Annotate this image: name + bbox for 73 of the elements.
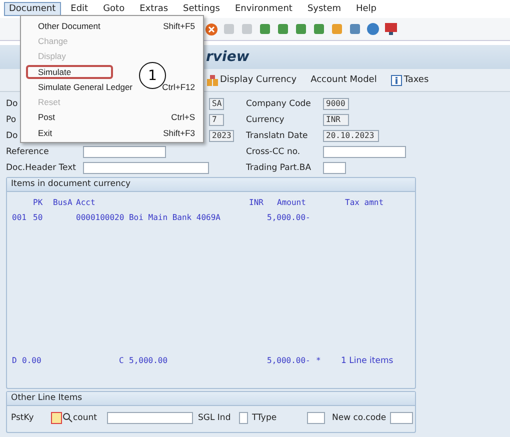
shortcut-text: Ctrl+S [171,112,195,122]
panel-title: Other Line Items [7,392,415,406]
field-label: TType [252,412,278,422]
table-cell-text: * [316,356,322,365]
panel-title: Items in document currency [7,178,415,192]
input-field[interactable] [323,146,406,158]
input-field[interactable]: 9000 [323,98,349,110]
input-field[interactable] [390,412,413,424]
menu-option[interactable]: Simulate [26,64,114,79]
search-icon[interactable] [62,412,73,423]
menu-item[interactable]: Document [4,2,61,16]
column-header: PK [33,198,44,207]
column-header: Tax amnt [345,198,385,207]
column-header: BusA [53,198,74,207]
table-cell-text: 001 [12,213,28,222]
field-label: Trading Part.BA [246,162,312,172]
info-icon [390,74,402,86]
shortcut-text: Shift+F3 [163,128,195,138]
input-field[interactable]: 7 [209,114,224,126]
menu-option[interactable]: Other Document [26,18,104,33]
input-field[interactable] [323,162,346,174]
field-label: PstKy [11,412,35,422]
input-field[interactable] [107,412,193,424]
field-label: Doc.Header Text [6,162,77,172]
menu-item[interactable]: System [302,2,346,16]
toolbar-button[interactable]: Taxes [390,74,429,86]
menu-item[interactable]: Settings [178,2,225,16]
toolbar-button[interactable]: Display Currency [207,74,297,86]
input-field[interactable] [83,162,209,174]
field-label: Do [6,98,19,108]
table-cell-text: 0.00 [22,356,42,365]
menu-item[interactable]: Extras [134,2,174,16]
field-label: New co.code [332,412,388,422]
table-cell-text: 50 [33,213,44,222]
menu-option[interactable]: Simulate General Ledger [26,80,137,94]
input-field[interactable] [51,412,62,424]
menu-option[interactable]: Exit [26,126,56,140]
input-field[interactable]: 2023 [209,130,234,142]
menu-item[interactable]: Environment [230,2,298,16]
coins-icon [207,74,218,86]
toolbar-button[interactable]: Account Model [310,75,377,85]
menu-item[interactable]: Edit [66,2,94,16]
input-field[interactable] [307,412,325,424]
shortcut-text: Shift+F5 [163,20,195,31]
monitor-icon[interactable] [384,22,398,36]
field-label: Cross-CC no. [246,146,302,156]
field-label: Do [6,130,19,140]
field-label: Translatn Date [246,130,309,140]
column-header: Amount [277,198,307,207]
input-field[interactable] [239,412,248,424]
table-cell-text: C [119,356,125,365]
table-cell-text: 5,000.00- [267,356,312,365]
column-header: Acct [76,198,96,207]
input-field[interactable]: INR [323,114,349,126]
menu-item[interactable]: Goto [98,2,130,16]
menu-item[interactable]: Help [351,2,382,16]
menu-option[interactable]: Post [26,110,60,124]
field-label: count [73,412,98,422]
line-count: 1 Line items [341,356,394,366]
field-label: Po [6,114,18,124]
input-field[interactable] [83,146,166,158]
input-field[interactable]: SA [209,98,224,110]
input-field[interactable]: 20.10.2023 [323,130,379,142]
column-header: INR [249,198,264,207]
field-label: Company Code [246,98,312,108]
table-cell-text: 0000100020 Boi Main Bank 4069A [76,213,222,222]
cancel-icon[interactable] [205,22,218,36]
table-cell-text: 5,000.00 [129,356,169,365]
field-label: Reference [6,146,50,156]
table-cell-text: D [12,356,18,365]
table-cell-text: 5,000.00- [267,213,312,222]
field-label: SGL Ind [198,412,232,422]
field-label: Currency [246,114,286,124]
